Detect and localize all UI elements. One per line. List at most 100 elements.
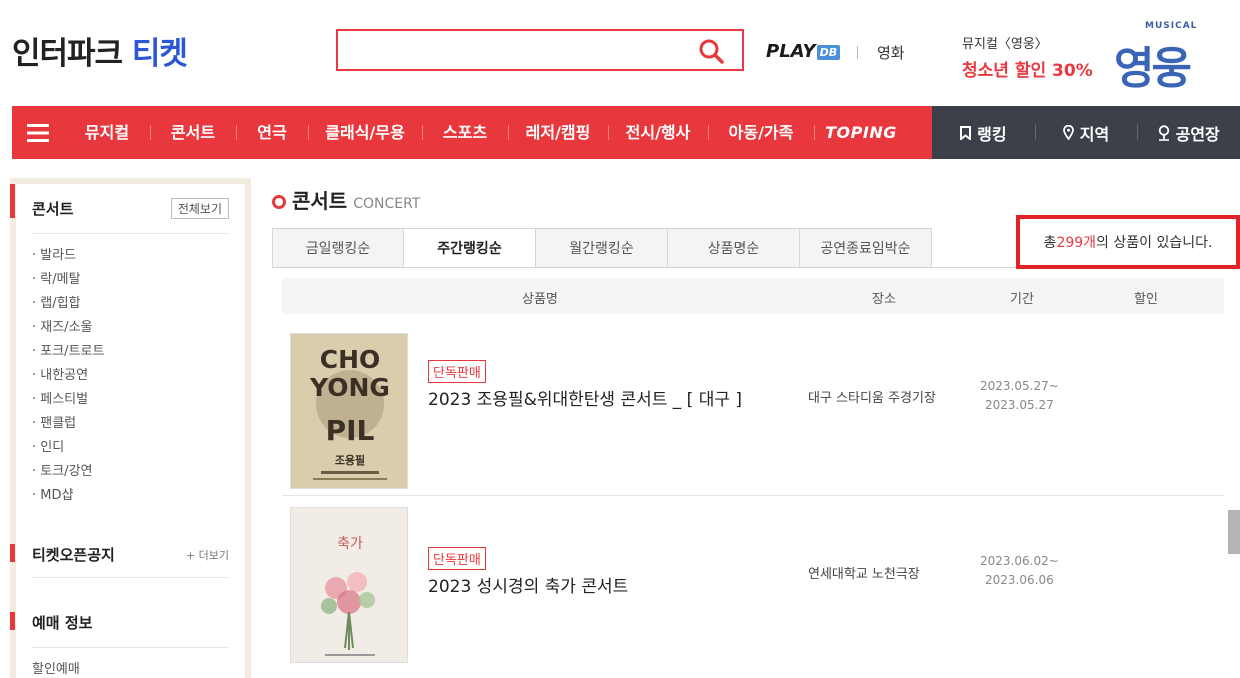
promo-line1: 뮤지컬〈영웅〉 (962, 37, 1048, 52)
location-pin-icon (1062, 125, 1074, 140)
divider (32, 233, 229, 234)
nav-venue[interactable]: 공연장 (1137, 106, 1240, 159)
col-product: 상품명 (522, 292, 558, 307)
product-count: 총 299개 의 상품이 있습니다. (1016, 215, 1240, 269)
site-logo[interactable]: 인터파크 티켓 (12, 28, 188, 73)
nav-play[interactable]: 연극 (236, 106, 308, 159)
main-content: 콘서트 CONCERT 금일랭킹순 주간랭킹순 월간랭킹순 상품명순 공연종료임… (272, 185, 1240, 663)
count-suffix: 의 상품이 있습니다. (1096, 235, 1213, 251)
count-number: 299개 (1056, 235, 1097, 251)
product-venue: 연세대학교 노천극장 (808, 567, 920, 582)
logo-accent: 티켓 (131, 36, 188, 72)
nav-ranking[interactable]: 랭킹 (932, 106, 1035, 159)
notice-section: 티켓오픈공지 + 더보기 (10, 544, 233, 578)
col-discount: 할인 (1134, 292, 1158, 307)
title-en: CONCERT (353, 196, 421, 212)
exclusive-badge: 단독판매 (428, 547, 486, 570)
search-icon[interactable] (698, 38, 724, 64)
booking-section: 예매 정보 할인예매 (10, 612, 233, 677)
search-input[interactable] (336, 29, 744, 71)
tab-ending-soon[interactable]: 공연종료임박순 (800, 228, 932, 268)
playdb-badge: DB (816, 44, 841, 60)
main-nav: 뮤지컬 콘서트 연극 클래식/무용 스포츠 레저/캠핑 전시/행사 아동/가족 … (12, 106, 1240, 159)
col-venue: 장소 (872, 292, 896, 307)
product-venue: 대구 스타디움 주경기장 (808, 391, 936, 406)
promo-logo-big: 영웅 (1114, 43, 1192, 94)
booking-title: 예매 정보 (32, 614, 93, 632)
period-end: 2023.05.27 (985, 398, 1054, 412)
nav-right-group: 랭킹 지역 공연장 (932, 106, 1240, 159)
genre-item[interactable]: · MD샵 (32, 484, 233, 508)
sidebar: 콘서트 전체보기 · 발라드 · 락/메탈 · 랩/힙합 · 재즈/소울 · 포… (10, 178, 251, 678)
movie-link[interactable]: 영화 (877, 42, 905, 63)
genre-item[interactable]: · 랩/힙합 (32, 292, 233, 316)
bookmark-icon (960, 125, 972, 140)
period-start: 2023.06.02~ (980, 554, 1059, 568)
tab-weekly-ranking[interactable]: 주간랭킹순 (404, 228, 536, 268)
header: 인터파크 티켓 PLAY DB 영화 뮤지컬〈영웅〉 청소년 할인 30% MUS… (0, 0, 1240, 106)
genre-item[interactable]: · 포크/트로트 (32, 340, 233, 364)
product-name[interactable]: 2023 성시경의 축가 콘서트 (428, 574, 778, 600)
genre-item[interactable]: · 재즈/소울 (32, 316, 233, 340)
nav-leisure[interactable]: 레저/캠핑 (508, 106, 608, 159)
section-marker (10, 184, 15, 218)
nav-region[interactable]: 지역 (1034, 106, 1138, 159)
table-row[interactable]: 축가 단독판매 2023 성시경의 축가 콘서트 연세대학교 노천극장 2023… (282, 497, 1224, 677)
genre-list: · 발라드 · 락/메탈 · 랩/힙합 · 재즈/소울 · 포크/트로트 · 내… (32, 244, 233, 508)
genre-item[interactable]: · 팬클럽 (32, 412, 233, 436)
genre-item[interactable]: · 페스티벌 (32, 388, 233, 412)
more-link[interactable]: + 더보기 (186, 547, 229, 563)
playdb-label: PLAY (766, 41, 816, 62)
period-start: 2023.05.27~ (980, 379, 1059, 393)
tab-name-order[interactable]: 상품명순 (668, 228, 800, 268)
promo-logo-small: MUSICAL (1145, 21, 1198, 31)
table-header: 상품명 장소 기간 할인 (282, 278, 1224, 314)
product-period: 2023.06.02~ 2023.06.06 (980, 552, 1059, 590)
title-ko: 콘서트 (292, 189, 348, 213)
nav-concert[interactable]: 콘서트 (150, 106, 236, 159)
side-floating-tab[interactable] (1228, 510, 1240, 554)
col-period: 기간 (1010, 292, 1034, 307)
genre-item[interactable]: · 내한공연 (32, 364, 233, 388)
svg-text:CHO: CHO (320, 345, 381, 374)
nav-toping[interactable]: TOPING (814, 106, 908, 159)
divider (32, 647, 229, 648)
divider (32, 577, 229, 578)
product-period: 2023.05.27~ 2023.05.27 (980, 377, 1059, 415)
product-poster[interactable]: CHO YONG PIL 조용필 (290, 333, 408, 489)
svg-text:축가: 축가 (337, 536, 363, 552)
booking-sub-item[interactable]: 할인예매 (32, 658, 233, 677)
nav-musical[interactable]: 뮤지컬 (64, 106, 150, 159)
period-end: 2023.06.06 (985, 573, 1054, 587)
hamburger-menu-icon[interactable] (12, 106, 64, 159)
section-marker (10, 612, 15, 630)
promo-banner[interactable]: 뮤지컬〈영웅〉 청소년 할인 30% (962, 33, 1093, 81)
nav-classic[interactable]: 클래식/무용 (308, 106, 422, 159)
nav-exhibition[interactable]: 전시/행사 (608, 106, 708, 159)
promo-logo[interactable]: MUSICAL 영웅 (1114, 18, 1232, 96)
divider (857, 46, 858, 59)
title-circle-icon (272, 195, 286, 209)
genre-item[interactable]: · 토크/강연 (32, 460, 233, 484)
section-marker (10, 544, 15, 562)
page-title: 콘서트 CONCERT (272, 185, 1240, 214)
nav-sports[interactable]: 스포츠 (422, 106, 508, 159)
product-poster[interactable]: 축가 (290, 507, 408, 663)
table-row[interactable]: CHO YONG PIL 조용필 단독판매 2023 조용필&위대한탄생 콘서트… (282, 316, 1224, 496)
genre-item[interactable]: · 발라드 (32, 244, 233, 268)
svg-text:PIL: PIL (326, 414, 375, 447)
exclusive-badge: 단독판매 (428, 360, 486, 383)
logo-main: 인터파크 (12, 36, 123, 72)
genre-item[interactable]: · 인디 (32, 436, 233, 460)
venue-pin-icon (1158, 124, 1169, 141)
tab-daily-ranking[interactable]: 금일랭킹순 (272, 228, 404, 268)
genre-item[interactable]: · 락/메탈 (32, 268, 233, 292)
svg-text:조용필: 조용필 (335, 453, 365, 467)
svg-text:YONG: YONG (309, 373, 390, 402)
tab-monthly-ranking[interactable]: 월간랭킹순 (536, 228, 668, 268)
view-all-button[interactable]: 전체보기 (170, 198, 229, 219)
genre-section: 콘서트 전체보기 · 발라드 · 락/메탈 · 랩/힙합 · 재즈/소울 · 포… (10, 184, 233, 508)
nav-kids[interactable]: 아동/가족 (708, 106, 814, 159)
playdb-link[interactable]: PLAY DB (766, 41, 841, 62)
product-name[interactable]: 2023 조용필&위대한탄생 콘서트 _ [ 대구 ] (428, 387, 778, 413)
